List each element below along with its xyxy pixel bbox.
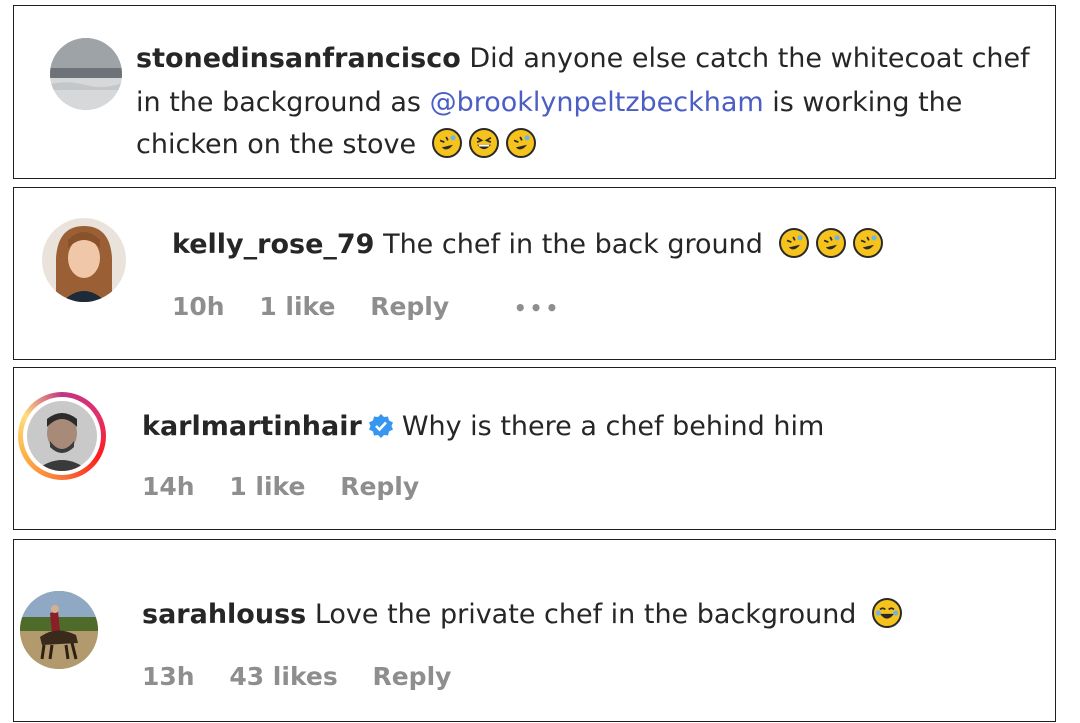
verified-badge-icon (368, 410, 394, 438)
mention-link[interactable]: @brooklynpeltzbeckham (430, 87, 764, 118)
comment-text-line: chicken on the stove (136, 124, 536, 166)
rolling-laughing-emoji (505, 128, 536, 158)
comment-text-line: stonedinsanfrancisco Did anyone else cat… (136, 38, 1030, 80)
comment-time: 13h (142, 662, 195, 691)
grinning-squinting-emoji (468, 128, 499, 158)
comment-text-line: sarahlouss Love the private chef in the … (142, 594, 903, 636)
rolling-laughing-emoji (815, 228, 846, 258)
comment-card: kelly_rose_79 The chef in the back groun… (13, 187, 1056, 360)
comment-time: 14h (142, 472, 195, 501)
rolling-laughing-emoji (778, 228, 809, 258)
comment-meta: 10h 1 like Reply ••• (172, 292, 587, 321)
like-count[interactable]: 43 likes (229, 662, 337, 691)
comment-text: chicken on the stove (136, 129, 417, 160)
comment-text: Did anyone else catch the whitecoat chef (469, 43, 1030, 74)
comment-text-line: in the background as @brooklynpeltzbeckh… (136, 82, 962, 124)
reply-button[interactable]: Reply (340, 472, 419, 501)
more-options-icon[interactable]: ••• (514, 296, 561, 320)
comment-text-line: karlmartinhair Why is there a chef behind… (142, 406, 824, 448)
comment-time: 10h (172, 292, 225, 321)
avatar[interactable] (20, 591, 98, 669)
comment-username[interactable]: karlmartinhair (142, 411, 362, 442)
comment-card: karlmartinhair Why is there a chef behind… (13, 367, 1056, 530)
comment-username[interactable]: sarahlouss (142, 599, 306, 630)
comment-text: Why is there a chef behind him (401, 411, 825, 442)
tears-of-joy-emoji (872, 598, 903, 628)
comment-card: sarahlouss Love the private chef in the … (13, 539, 1056, 722)
comment-text: The chef in the back ground (383, 229, 763, 260)
avatar[interactable] (18, 392, 106, 480)
comment-username[interactable]: stonedinsanfrancisco (136, 43, 461, 74)
comment-card: stonedinsanfrancisco Did anyone else cat… (13, 5, 1056, 179)
reply-button[interactable]: Reply (370, 292, 449, 321)
like-count[interactable]: 1 like (229, 472, 305, 501)
comment-text-line: kelly_rose_79 The chef in the back groun… (172, 224, 883, 266)
comment-meta: 13h 43 likes Reply (142, 662, 477, 691)
avatar[interactable] (50, 38, 122, 110)
comment-text: is working the (763, 87, 963, 118)
like-count[interactable]: 1 like (259, 292, 335, 321)
comment-username[interactable]: kelly_rose_79 (172, 229, 374, 260)
reply-button[interactable]: Reply (372, 662, 451, 691)
rolling-laughing-emoji (852, 228, 883, 258)
avatar[interactable] (42, 218, 126, 302)
rolling-laughing-emoji (431, 128, 462, 158)
comment-text: in the background as (136, 87, 430, 118)
comment-meta: 14h 1 like Reply (142, 472, 445, 501)
comment-text: Love the private chef in the background (314, 599, 857, 630)
